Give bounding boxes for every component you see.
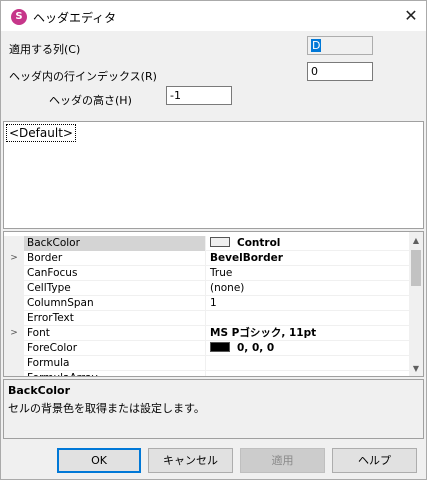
property-name: ColumnSpan <box>24 296 206 311</box>
header-height-label: ヘッダの高さ(H) <box>49 94 132 107</box>
scroll-up-icon[interactable]: ▲ <box>409 234 423 248</box>
property-row[interactable]: CanFocus True <box>4 266 409 281</box>
property-value[interactable]: True <box>207 266 409 281</box>
property-value-text: (none) <box>210 282 245 294</box>
row-gutter <box>4 311 24 326</box>
apply-column-field[interactable]: D <box>307 36 373 55</box>
property-row[interactable]: BackColor Control <box>4 236 409 251</box>
row-gutter <box>4 266 24 281</box>
header-list-item[interactable]: <Default> <box>6 124 76 142</box>
apply-button[interactable]: 適用 <box>240 448 325 473</box>
property-name: Font <box>24 326 206 341</box>
property-row[interactable]: FormulaArray <box>4 371 409 376</box>
apply-column-label: 適用する列(C) <box>9 43 81 56</box>
property-value-text: True <box>210 267 233 279</box>
row-gutter <box>4 236 24 251</box>
property-value[interactable]: 0, 0, 0 <box>207 341 409 356</box>
property-name: Formula <box>24 356 206 371</box>
color-swatch <box>210 342 230 352</box>
title-bar: S ヘッダエディタ ✕ <box>1 1 426 31</box>
description-text: セルの背景色を取得または設定します。 <box>8 402 205 415</box>
row-gutter <box>4 356 24 371</box>
header-editor-dialog: S ヘッダエディタ ✕ 適用する列(C) D ヘッダ内の行インデックス(R) 0… <box>0 0 427 480</box>
property-name: Border <box>24 251 206 266</box>
property-row[interactable]: > Font MS Pゴシック, 11pt <box>4 326 409 341</box>
property-value[interactable]: 1 <box>207 296 409 311</box>
property-row[interactable]: Formula <box>4 356 409 371</box>
header-height-field[interactable]: -1 <box>166 86 232 105</box>
property-value-text: BevelBorder <box>210 252 283 264</box>
apply-column-value: D <box>311 39 322 52</box>
property-grid-scrollbar[interactable]: ▲ ▼ <box>409 232 423 376</box>
window-title: ヘッダエディタ <box>33 11 117 25</box>
property-value[interactable]: (none) <box>207 281 409 296</box>
property-value-text: 0, 0, 0 <box>237 342 275 354</box>
row-gutter <box>4 341 24 356</box>
property-row[interactable]: ColumnSpan 1 <box>4 296 409 311</box>
property-value[interactable]: Control <box>207 236 409 251</box>
property-value[interactable]: BevelBorder <box>207 251 409 266</box>
help-button[interactable]: ヘルプ <box>332 448 417 473</box>
property-row[interactable]: ErrorText <box>4 311 409 326</box>
cancel-button[interactable]: キャンセル <box>148 448 233 473</box>
color-swatch <box>210 237 230 247</box>
header-list[interactable]: <Default> <box>3 121 424 229</box>
property-name: FormulaArray <box>24 371 206 376</box>
property-name: CanFocus <box>24 266 206 281</box>
property-row[interactable]: > Border BevelBorder <box>4 251 409 266</box>
row-gutter <box>4 281 24 296</box>
ok-button[interactable]: OK <box>57 448 141 473</box>
expand-chevron-icon[interactable]: > <box>4 251 24 266</box>
row-gutter <box>4 296 24 311</box>
expand-chevron-icon[interactable]: > <box>4 326 24 341</box>
property-value-text: MS Pゴシック, 11pt <box>210 327 317 339</box>
scroll-down-icon[interactable]: ▼ <box>409 362 423 376</box>
property-grid[interactable]: BackColor Control > Border BevelBorder CanFoc… <box>3 231 424 377</box>
row-index-field[interactable]: 0 <box>307 62 373 81</box>
property-name: ErrorText <box>24 311 206 326</box>
property-value[interactable] <box>207 371 409 376</box>
property-value[interactable]: MS Pゴシック, 11pt <box>207 326 409 341</box>
property-value-text: 1 <box>210 297 217 309</box>
row-index-label: ヘッダ内の行インデックス(R) <box>9 70 157 83</box>
app-logo-icon: S <box>11 9 27 25</box>
property-name: ForeColor <box>24 341 206 356</box>
property-value[interactable] <box>207 311 409 326</box>
row-gutter <box>4 371 24 376</box>
property-row[interactable]: CellType (none) <box>4 281 409 296</box>
property-name: CellType <box>24 281 206 296</box>
property-row[interactable]: ForeColor 0, 0, 0 <box>4 341 409 356</box>
property-value-text: Control <box>237 237 281 249</box>
property-name: BackColor <box>24 236 206 251</box>
property-value[interactable] <box>207 356 409 371</box>
close-icon[interactable]: ✕ <box>396 1 426 31</box>
description-pane: BackColor セルの背景色を取得または設定します。 <box>3 379 424 439</box>
description-title: BackColor <box>8 384 71 397</box>
scroll-thumb[interactable] <box>411 250 421 286</box>
